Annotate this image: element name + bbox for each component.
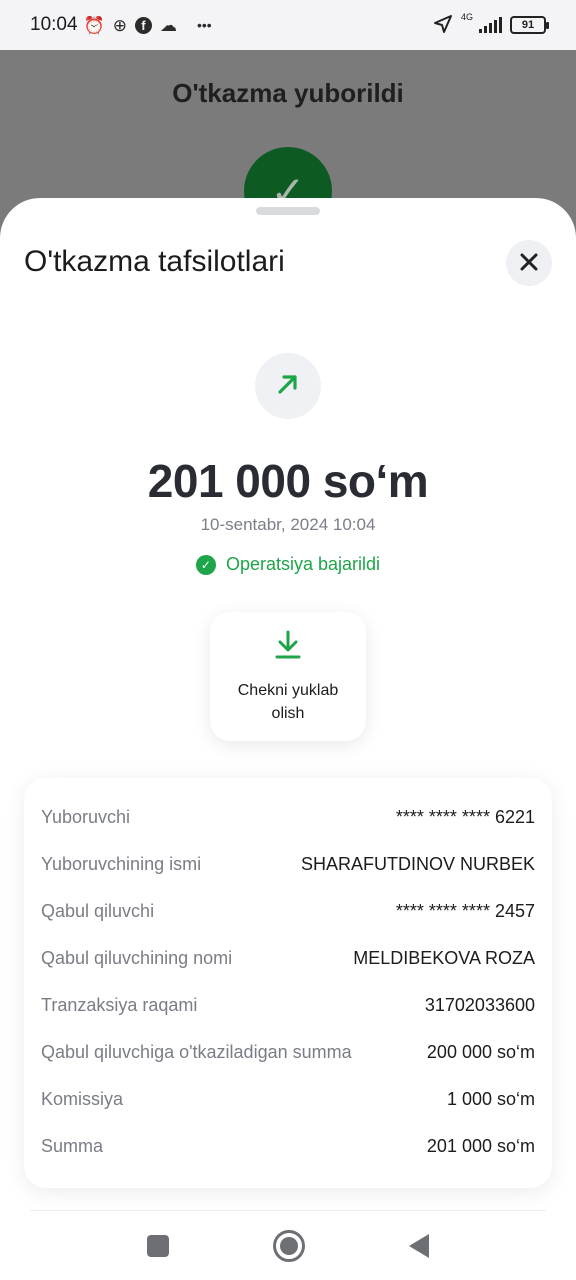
home-icon	[280, 1236, 298, 1255]
detail-value: MELDIBEKOVA ROZA	[353, 948, 535, 968]
detail-label: Summa	[41, 1136, 104, 1156]
transaction-details-card: Yuboruvchi **** **** **** 6221 Yuboruvch…	[24, 778, 552, 1188]
detail-row-receiver-amount: Qabul qiluvchiga o'tkaziladigan summa 20…	[41, 1029, 535, 1076]
download-icon	[275, 630, 301, 665]
detail-value: 200 000 so‘m	[426, 1042, 535, 1062]
detail-value: **** **** **** 2457	[395, 901, 535, 921]
status-notification-icons: ⏰ ⊕ f ☁ •••	[83, 15, 212, 35]
detail-label: Qabul qiluvchiga o'tkaziladigan summa	[41, 1042, 352, 1062]
detail-label: Qabul qiluvchi	[41, 901, 155, 921]
detail-value: 1 000 so‘m	[446, 1089, 535, 1109]
detail-label: Yuboruvchining ismi	[41, 854, 202, 874]
back-button[interactable]	[409, 1233, 429, 1258]
more-icon: •••	[196, 17, 212, 33]
status-system-icons: 4G 91	[433, 12, 549, 37]
alarm-icon: ⏰	[83, 15, 105, 35]
detail-label: Qabul qiluvchining nomi	[41, 948, 233, 968]
location-icon	[433, 14, 453, 37]
status-bar: 10:04 ⏰ ⊕ f ☁ ••• 4G 91	[0, 0, 576, 50]
detail-row-commission: Komissiya 1 000 so‘m	[41, 1076, 535, 1123]
system-nav-bar	[0, 1211, 576, 1280]
detail-row-transaction-id: Tranzaksiya raqami 31702033600	[41, 982, 535, 1029]
network-type: 4G	[460, 12, 473, 22]
detail-row-receiver: Qabul qiluvchi **** **** **** 2457	[41, 888, 535, 935]
check-circle-icon: ✓	[195, 554, 216, 575]
transfer-amount: 201 000 so‘m	[147, 455, 429, 507]
status-time: 10:04	[30, 14, 78, 35]
outgoing-arrow-badge	[255, 353, 321, 419]
arrow-up-right-icon	[275, 371, 301, 402]
detail-value: SHARAFUTDINOV NURBEK	[300, 854, 535, 874]
download-receipt-label: Chekni yuklab olish	[237, 682, 339, 722]
download-receipt-button[interactable]: Chekni yuklab olish	[210, 612, 366, 741]
detail-label: Komissiya	[41, 1089, 124, 1109]
detail-value: 201 000 so‘m	[426, 1136, 535, 1156]
battery-level: 91	[521, 19, 535, 31]
detail-label: Tranzaksiya raqami	[41, 995, 198, 1015]
transfer-date: 10-sentabr, 2024 10:04	[200, 515, 376, 534]
close-button[interactable]	[506, 240, 552, 286]
detail-row-sender-name: Yuboruvchining ismi SHARAFUTDINOV NURBEK	[41, 841, 535, 888]
signal-icon	[479, 17, 502, 33]
detail-row-receiver-name: Qabul qiluvchining nomi MELDIBEKOVA ROZA	[41, 935, 535, 982]
facebook-icon: f	[134, 16, 152, 34]
background-title: O'tkazma yuborildi	[172, 78, 404, 108]
cloud-icon: ☁	[159, 15, 177, 35]
battery-icon: 91	[510, 16, 549, 34]
detail-value: **** **** **** 6221	[395, 807, 535, 827]
plus-circle-icon: ⊕	[112, 15, 127, 35]
detail-value: 31702033600	[424, 995, 535, 1015]
sheet-title: O'tkazma tafsilotlari	[24, 245, 285, 278]
transfer-details-sheet: O'tkazma tafsilotlari 201 000 so‘m 10-se…	[0, 198, 576, 1280]
detail-row-sender: Yuboruvchi **** **** **** 6221	[41, 794, 535, 841]
home-button[interactable]	[273, 1229, 305, 1262]
operation-status: ✓ Operatsiya bajarildi	[0, 554, 576, 575]
detail-row-total: Summa 201 000 so‘m	[41, 1123, 535, 1170]
close-icon	[519, 248, 539, 279]
detail-label: Yuboruvchi	[41, 807, 131, 827]
sheet-drag-handle[interactable]	[256, 207, 320, 215]
status-text: Operatsiya bajarildi	[225, 554, 381, 574]
recents-button[interactable]	[147, 1234, 169, 1257]
